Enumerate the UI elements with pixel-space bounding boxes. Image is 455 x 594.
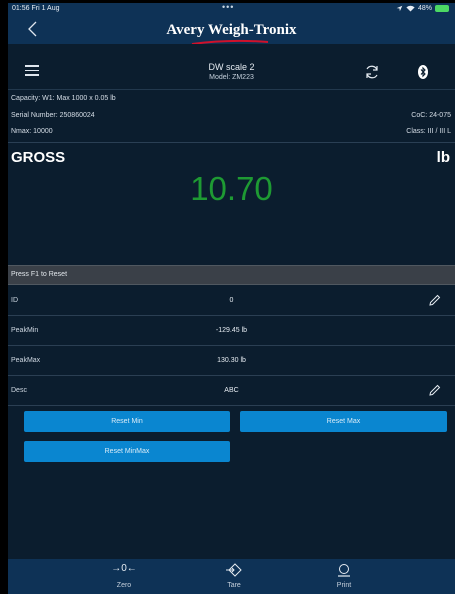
scale-name: DW scale 2 (208, 62, 255, 72)
field-row-peakmin: PeakMin -129.45 lb (8, 316, 455, 346)
tare-icon (226, 563, 242, 577)
edit-pencil-icon[interactable] (428, 383, 442, 397)
class-text: Class: III / III L (406, 128, 451, 135)
battery-percent: 48% (417, 5, 432, 12)
tab-label-print: Print (336, 582, 352, 589)
prompt-text: Press F1 to Reset (11, 271, 68, 278)
bluetooth-icon[interactable] (415, 64, 431, 80)
device-toolbar: DW scale 2 Model: ZM223 (8, 44, 455, 90)
location-icon (396, 5, 403, 12)
tab-print[interactable]: Print (314, 559, 374, 594)
print-icon (338, 564, 350, 577)
prompt-bar: Press F1 to Reset (8, 265, 455, 285)
zero-icon: →0← (111, 563, 137, 574)
tab-zero[interactable]: →0← Zero (94, 559, 154, 594)
tab-tare[interactable]: Tare (204, 559, 264, 594)
battery-icon (435, 5, 449, 12)
wifi-icon (406, 5, 415, 12)
scale-model: Model: ZM223 (209, 74, 254, 81)
field-value-peakmin: -129.45 lb (215, 327, 248, 334)
bottom-tab-bar: →0← Zero Tare Print (8, 559, 455, 594)
app-header: 01:56 Fri 1 Aug ••• 48% Avery Weigh-Tron… (8, 3, 455, 45)
serial-number: Serial Number: 250860024 (11, 112, 95, 119)
field-value-desc: ABC (224, 387, 239, 394)
edit-pencil-icon[interactable] (428, 293, 442, 307)
capacity-text: Capacity: W1: Max 1000 x 0.05 lb (11, 95, 116, 102)
weight-mode: GROSS (11, 149, 66, 166)
weight-unit: lb (436, 149, 450, 166)
field-row-desc: Desc ABC (8, 376, 455, 406)
weight-display: GROSS lb 10.70 (8, 142, 455, 265)
status-indicators: 48% (396, 5, 449, 12)
status-time: 01:56 Fri 1 Aug (12, 5, 60, 12)
coc-number: CoC: 24-075 (411, 112, 451, 119)
reset-minmax-button[interactable]: Reset MinMax (24, 441, 230, 462)
scale-app-screen: 01:56 Fri 1 Aug ••• 48% Avery Weigh-Tron… (8, 3, 455, 594)
tab-label-tare: Tare (227, 582, 241, 589)
multitask-dots[interactable]: ••• (222, 3, 234, 12)
reset-max-button[interactable]: Reset Max (240, 411, 447, 432)
refresh-icon[interactable] (364, 64, 380, 80)
tab-label-zero: Zero (116, 582, 132, 589)
field-value-id: 0 (229, 297, 234, 304)
field-row-id: ID 0 (8, 286, 455, 316)
field-value-peakmax: 130.30 lb (217, 357, 246, 364)
field-row-peakmax: PeakMax 130.30 lb (8, 346, 455, 376)
brand-logo: Avery Weigh-Tronix (166, 22, 297, 38)
reset-min-button[interactable]: Reset Min (24, 411, 230, 432)
nmax-text: Nmax: 10000 (11, 128, 53, 135)
weight-value: 10.70 (190, 170, 273, 207)
scale-info: Capacity: W1: Max 1000 x 0.05 lb Serial … (8, 90, 455, 142)
